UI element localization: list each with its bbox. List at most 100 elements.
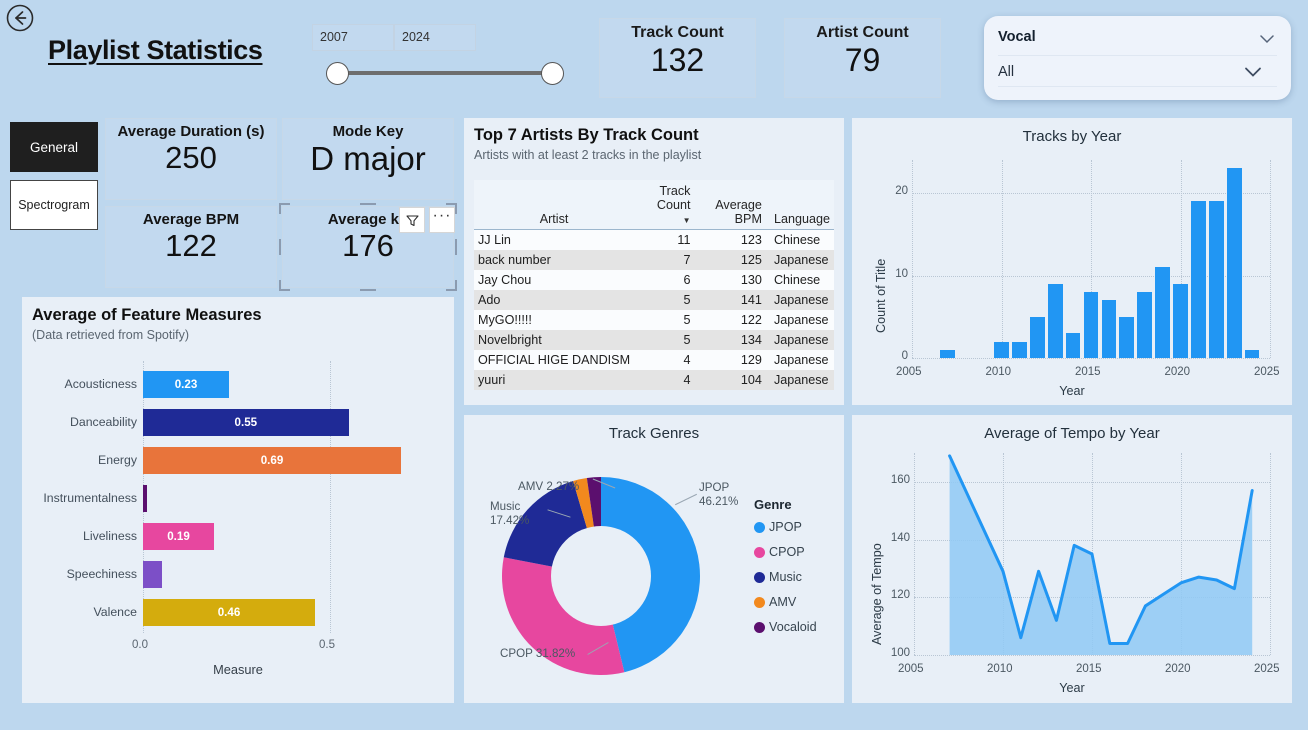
vocal-dropdown[interactable]: All (998, 55, 1277, 87)
feature-measures-subtitle: (Data retrieved from Spotify) (32, 328, 189, 342)
x-axis-tick: 2005 (896, 366, 922, 378)
cell-track-count: 5 (683, 333, 691, 347)
year-bar[interactable] (1173, 283, 1188, 358)
year-bar[interactable] (1065, 333, 1081, 358)
feature-bar[interactable]: 0.69 (143, 447, 402, 474)
year-bar[interactable] (1191, 201, 1206, 358)
legend-item[interactable]: AMV (754, 595, 817, 609)
year-bar[interactable] (1012, 341, 1027, 358)
genre-legend: Genre JPOP CPOP Music AMV Vocaloid (754, 497, 817, 645)
table-row[interactable]: yuuri 4 104 Japanese (474, 370, 834, 390)
gridline (1270, 160, 1271, 358)
feature-bar[interactable]: 0.55 (143, 409, 349, 436)
feature-bar[interactable]: 0.19 (143, 523, 215, 550)
cell-track-count: 4 (683, 373, 691, 387)
avg-bpm-card[interactable]: Average BPM 122 (105, 206, 277, 288)
nav-button-spectrogram[interactable]: Spectrogram (10, 180, 98, 230)
track-genres-visual[interactable]: Track Genres JPOP 46.21% CPOP 31.82% Mus… (464, 415, 844, 703)
table-row[interactable]: JJ Lin 11 123 Chinese (474, 229, 834, 250)
tracks-by-year-visual[interactable]: Tracks by Year Count of Title Year 0 10 20… (852, 118, 1292, 405)
avg-kb-label: Average kb (327, 211, 409, 228)
vocal-slicer-header[interactable]: Vocal (998, 24, 1277, 55)
feature-measures-visual[interactable]: Average of Feature Measures (Data retrie… (22, 297, 454, 703)
slider-handle-min[interactable] (326, 62, 349, 85)
cell-average-bpm: 125 (740, 253, 762, 267)
year-min-input[interactable]: 2007 (312, 24, 394, 51)
feature-bar[interactable]: 0.23 (143, 371, 230, 398)
y-axis-tick: 0 (901, 350, 908, 362)
mode-key-value: D major (310, 140, 426, 177)
table-row[interactable]: back number 7 125 Japanese (474, 250, 834, 270)
table-row[interactable]: MyGO!!!!! 5 122 Japanese (474, 310, 834, 330)
cell-average-bpm: 141 (740, 293, 762, 307)
slider-handle-max[interactable] (541, 62, 564, 85)
column-header-track-count[interactable]: Track Count ▼ (634, 180, 695, 230)
tempo-area-series[interactable] (914, 453, 1270, 655)
table-row[interactable]: OFFICIAL HIGE DANDISM 4 129 Japanese (474, 350, 834, 370)
year-max-input[interactable]: 2024 (394, 24, 476, 51)
column-header-language[interactable]: Language (765, 180, 834, 230)
year-bar[interactable] (1101, 300, 1117, 358)
funnel-filter-icon[interactable] (399, 207, 425, 233)
avg-tempo-title: Average of Tempo by Year (984, 425, 1160, 442)
table-row[interactable]: Novelbright 5 134 Japanese (474, 330, 834, 350)
artists-table[interactable]: Artist Track Count ▼ Average BPM Languag… (474, 180, 834, 390)
table-header-row: Artist Track Count ▼ Average BPM Languag… (474, 180, 834, 230)
x-axis-tick: 2015 (1075, 366, 1101, 378)
year-bar[interactable] (1029, 316, 1045, 358)
y-axis-tick: 160 (890, 473, 910, 486)
legend-item[interactable]: JPOP (754, 520, 817, 534)
x-axis-tick: 2010 (987, 663, 1013, 675)
artist-count-card[interactable]: Artist Count 79 (784, 18, 941, 98)
feature-bar-value: 0.46 (217, 606, 241, 619)
nav-button-general[interactable]: General (10, 122, 98, 172)
mode-key-card[interactable]: Mode Key D major (282, 118, 454, 200)
top-artists-visual[interactable]: Top 7 Artists By Track Count Artists wit… (464, 118, 844, 405)
x-axis-tick: 2015 (1076, 663, 1102, 675)
avg-duration-card[interactable]: Average Duration (s) 250 (105, 118, 277, 200)
cell-track-count: 6 (683, 273, 691, 287)
legend-item[interactable]: Vocaloid (754, 620, 817, 634)
more-options-button[interactable]: ··· (429, 207, 455, 233)
avg-tempo-plot: 100 120 140 160 2005 2010 2015 2020 2025 (891, 453, 1280, 675)
back-circle-arrow-icon[interactable] (5, 3, 35, 33)
feature-bar[interactable] (143, 561, 162, 588)
dashboard-page: Playlist Statistics 2007 2024 Track Coun… (0, 0, 1308, 730)
cell-language: Chinese (773, 233, 821, 247)
cell-artist: back number (478, 253, 551, 267)
year-bar[interactable] (994, 341, 1009, 358)
artists-table-title: Top 7 Artists By Track Count (474, 126, 699, 144)
gridline (1270, 453, 1271, 655)
year-bar[interactable] (1226, 168, 1242, 358)
feature-category-label: Acousticness (64, 377, 137, 391)
year-bar[interactable] (1047, 283, 1063, 358)
tracks-by-year-plot: 0 10 20 2005 2010 2015 2020 2025 (895, 160, 1280, 378)
chevron-down-icon[interactable] (1259, 32, 1275, 44)
year-bar[interactable] (940, 349, 956, 358)
year-bar[interactable] (1137, 292, 1153, 358)
avg-tempo-visual[interactable]: Average of Tempo by Year Average of Temp… (852, 415, 1292, 703)
table-row[interactable]: Ado 5 141 Japanese (474, 290, 834, 310)
year-bar[interactable] (1208, 201, 1224, 358)
vocal-slicer[interactable]: Vocal All (984, 16, 1291, 100)
x-axis-tick: 2010 (985, 366, 1012, 378)
legend-item[interactable]: Music (754, 570, 817, 584)
year-range-slicer[interactable]: 2007 2024 (312, 24, 564, 92)
column-header-artist[interactable]: Artist (474, 180, 635, 230)
cell-language: Japanese (773, 353, 829, 367)
column-header-average-bpm[interactable]: Average BPM (694, 180, 766, 230)
slider-track[interactable] (330, 71, 546, 75)
year-bar[interactable] (1083, 292, 1099, 358)
feature-bar[interactable]: 0.46 (143, 599, 316, 626)
year-bar[interactable] (1119, 316, 1135, 358)
chevron-down-icon[interactable] (1243, 66, 1263, 78)
year-bar[interactable] (1155, 267, 1170, 358)
feature-bar[interactable] (143, 485, 147, 512)
track-count-card[interactable]: Track Count 132 (599, 18, 756, 98)
table-row[interactable]: Jay Chou 6 130 Chinese (474, 270, 834, 290)
donut-hole (551, 526, 651, 626)
cell-track-count: 5 (683, 313, 691, 327)
cell-language: Japanese (773, 373, 829, 387)
year-bar[interactable] (1244, 349, 1260, 358)
legend-item[interactable]: CPOP (754, 545, 817, 559)
